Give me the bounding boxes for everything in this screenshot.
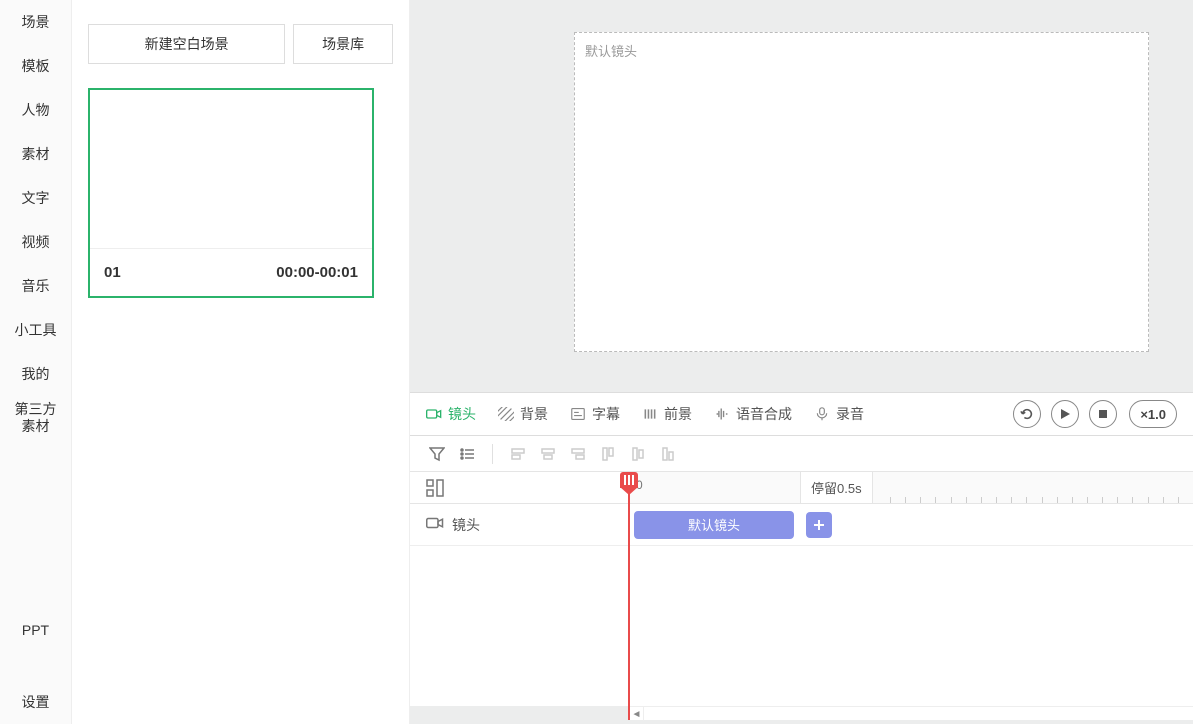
scene-panel: 新建空白场景 场景库 01 00:00-00:01 xyxy=(72,0,410,724)
camera-icon xyxy=(426,516,444,533)
sidebar-item-scene[interactable]: 场景 xyxy=(0,0,71,44)
timeline-clip[interactable]: 默认镜头 xyxy=(634,511,794,539)
hatch-icon xyxy=(498,407,514,421)
mic-icon xyxy=(814,407,830,421)
ruler-stay-segment[interactable]: 停留0.5s xyxy=(800,472,873,503)
align-tool-5-icon xyxy=(627,443,649,465)
sidebar-item-thirdparty[interactable]: 第三方 素材 xyxy=(0,396,71,440)
play-button[interactable] xyxy=(1051,400,1079,428)
playhead[interactable] xyxy=(628,472,630,720)
camera-icon xyxy=(426,407,442,421)
scroll-left-button[interactable]: ◄ xyxy=(630,707,644,721)
bars-icon xyxy=(642,407,658,421)
separator xyxy=(492,444,493,464)
timeline-tab-label: 镜头 xyxy=(448,404,476,424)
scene-meta: 01 00:00-00:01 xyxy=(90,248,372,296)
timeline-tab-subtitle[interactable]: 字幕 xyxy=(570,404,620,424)
sidebar-item-ppt[interactable]: PPT xyxy=(0,608,71,652)
list-icon[interactable] xyxy=(456,443,478,465)
waveform-icon xyxy=(714,407,730,421)
align-tool-2-icon xyxy=(537,443,559,465)
align-tool-6-icon xyxy=(657,443,679,465)
timeline-tab-foreground[interactable]: 前景 xyxy=(642,404,692,424)
canvas[interactable]: 默认镜头 xyxy=(574,32,1149,352)
filter-icon[interactable] xyxy=(426,443,448,465)
timeline-ruler: 0 停留0.5s xyxy=(410,472,1193,504)
timeline-tab-label: 字幕 xyxy=(592,404,620,424)
timeline-tab-record[interactable]: 录音 xyxy=(814,404,864,424)
timeline-empty-area xyxy=(410,546,1193,706)
timeline-tab-label: 背景 xyxy=(520,404,548,424)
sidebar-item-settings[interactable]: 设置 xyxy=(0,680,71,724)
horizontal-scrollbar[interactable]: ◄ xyxy=(630,706,1193,720)
sidebar-item-character[interactable]: 人物 xyxy=(0,88,71,132)
sidebar-item-asset[interactable]: 素材 xyxy=(0,132,71,176)
sidebar-item-tools[interactable]: 小工具 xyxy=(0,308,71,352)
scene-card[interactable]: 01 00:00-00:01 xyxy=(88,88,374,298)
timeline-track-shot: 镜头 默认镜头 xyxy=(410,504,1193,546)
stop-button[interactable] xyxy=(1089,400,1117,428)
sidebar-item-music[interactable]: 音乐 xyxy=(0,264,71,308)
sidebar-item-template[interactable]: 模板 xyxy=(0,44,71,88)
add-clip-button[interactable] xyxy=(806,512,832,538)
sidebar-item-mine[interactable]: 我的 xyxy=(0,352,71,396)
subtitle-icon xyxy=(570,407,586,421)
rewind-button[interactable] xyxy=(1013,400,1041,428)
timeline-tab-label: 语音合成 xyxy=(736,404,792,424)
align-tool-4-icon xyxy=(597,443,619,465)
timeline-tab-background[interactable]: 背景 xyxy=(498,404,548,424)
timeline-tabs: 镜头 背景 字幕 前景 语音合成 xyxy=(410,392,1193,436)
sidebar: 场景 模板 人物 素材 文字 视频 音乐 小工具 我的 第三方 素材 PPT 设… xyxy=(0,0,72,724)
scene-library-button[interactable]: 场景库 xyxy=(293,24,393,64)
ruler-track[interactable]: 0 停留0.5s xyxy=(630,472,1193,503)
new-blank-scene-button[interactable]: 新建空白场景 xyxy=(88,24,285,64)
track-label: 镜头 xyxy=(452,515,480,535)
sidebar-item-text[interactable]: 文字 xyxy=(0,176,71,220)
timeline-tab-label: 前景 xyxy=(664,404,692,424)
ruler-minor-ticks xyxy=(890,472,1193,503)
timeline-tab-tts[interactable]: 语音合成 xyxy=(714,404,792,424)
timeline-tab-label: 录音 xyxy=(836,404,864,424)
canvas-default-shot-label: 默认镜头 xyxy=(585,41,637,60)
timeline-tools xyxy=(410,436,1193,472)
scene-thumbnail xyxy=(90,90,372,248)
scene-timerange: 00:00-00:01 xyxy=(276,264,358,281)
timeline-tab-shot[interactable]: 镜头 xyxy=(426,404,476,424)
align-tool-3-icon xyxy=(567,443,589,465)
layout-icon[interactable] xyxy=(426,479,444,497)
align-tool-1-icon xyxy=(507,443,529,465)
sidebar-item-video[interactable]: 视频 xyxy=(0,220,71,264)
playback-speed-button[interactable]: ×1.0 xyxy=(1129,400,1177,428)
right-area: 默认镜头 镜头 背景 字幕 前景 xyxy=(410,0,1193,724)
scene-index: 01 xyxy=(104,264,121,281)
